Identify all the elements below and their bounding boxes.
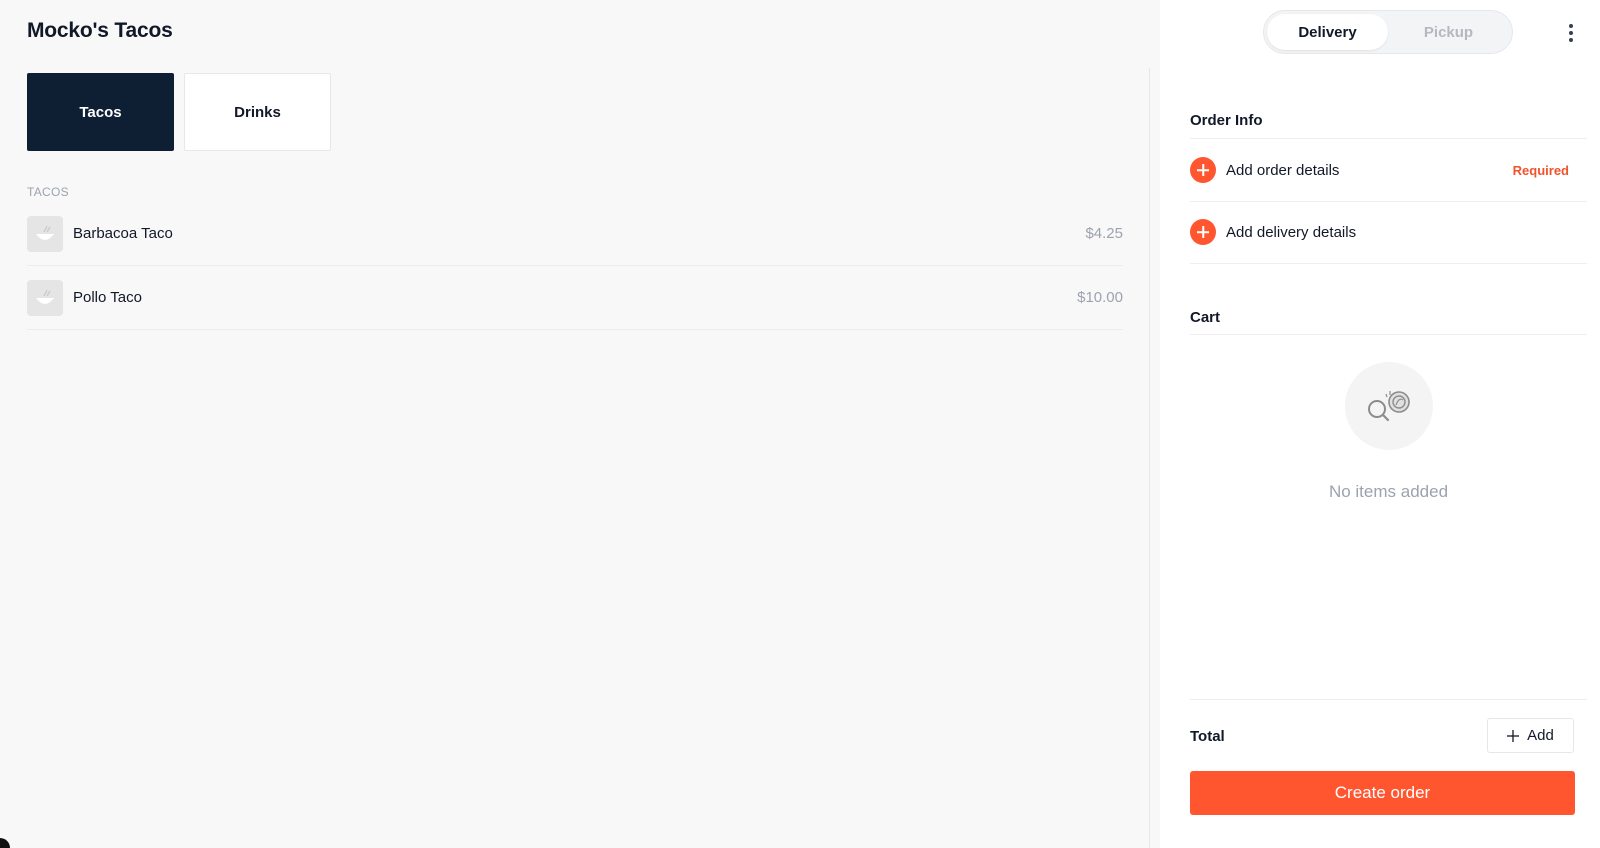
mode-delivery-button[interactable]: Delivery bbox=[1267, 14, 1388, 50]
app-window: Mocko's Tacos Tacos Drinks TACOS Barbaco… bbox=[0, 0, 1600, 848]
empty-cart-text: No items added bbox=[1328, 482, 1449, 501]
add-button-label: Add bbox=[1527, 727, 1554, 744]
add-delivery-details-row[interactable]: Add delivery details bbox=[1190, 201, 1587, 263]
category-tabs: Tacos Drinks bbox=[27, 73, 331, 151]
bowl-icon bbox=[27, 215, 63, 252]
required-badge: Required bbox=[1512, 162, 1569, 178]
pane-divider bbox=[1149, 68, 1150, 848]
menu-item-price: $4.25 bbox=[1085, 225, 1123, 242]
category-tab-tacos[interactable]: Tacos bbox=[27, 73, 174, 151]
add-button[interactable]: Add bbox=[1487, 718, 1574, 753]
menu-item-name: Pollo Taco bbox=[73, 289, 142, 306]
divider bbox=[1190, 263, 1587, 264]
divider bbox=[1190, 334, 1587, 335]
category-tab-drinks[interactable]: Drinks bbox=[184, 73, 331, 151]
empty-cart-icon bbox=[1344, 362, 1433, 450]
more-vertical-icon[interactable] bbox=[1561, 22, 1581, 44]
bowl-icon-graphic bbox=[36, 225, 54, 240]
order-panel: Delivery Pickup Order Info Add order det… bbox=[1165, 0, 1600, 848]
add-order-details-label: Add order details bbox=[1226, 161, 1340, 179]
add-delivery-details-label: Add delivery details bbox=[1226, 223, 1357, 241]
bowl-icon-graphic bbox=[36, 289, 54, 304]
order-info-heading: Order Info bbox=[1190, 112, 1263, 129]
menu-pane: Mocko's Tacos Tacos Drinks TACOS Barbaco… bbox=[0, 0, 1160, 848]
plus-circle-icon bbox=[1190, 219, 1216, 245]
plus-circle-icon bbox=[1190, 157, 1216, 183]
fulfillment-mode-toggle: Delivery Pickup bbox=[1263, 10, 1513, 54]
menu-list: Barbacoa Taco $4.25 Pollo Taco $10.00 bbox=[27, 202, 1123, 330]
total-label: Total bbox=[1190, 728, 1225, 745]
mode-pickup-button[interactable]: Pickup bbox=[1388, 14, 1509, 50]
create-order-button[interactable]: Create order bbox=[1190, 771, 1575, 815]
more-dot bbox=[1569, 24, 1573, 28]
plus-icon bbox=[1507, 729, 1520, 742]
empty-cart-state: No items added bbox=[1190, 362, 1587, 502]
empty-cart-icon-graphic bbox=[1367, 391, 1410, 422]
store-title: Mocko's Tacos bbox=[27, 19, 173, 42]
add-order-details-row[interactable]: Add order details Required bbox=[1190, 139, 1587, 201]
more-dot bbox=[1569, 31, 1573, 35]
menu-item-pollo-taco[interactable]: Pollo Taco $10.00 bbox=[27, 266, 1123, 330]
cart-heading: Cart bbox=[1190, 309, 1221, 326]
menu-section-label: TACOS bbox=[27, 185, 69, 199]
menu-item-price: $10.00 bbox=[1077, 289, 1123, 306]
menu-item-name: Barbacoa Taco bbox=[73, 225, 173, 242]
bowl-icon bbox=[27, 279, 63, 316]
more-dot bbox=[1569, 38, 1573, 42]
divider bbox=[1190, 699, 1587, 700]
menu-item-barbacoa-taco[interactable]: Barbacoa Taco $4.25 bbox=[27, 202, 1123, 266]
window-corner bbox=[0, 838, 10, 848]
